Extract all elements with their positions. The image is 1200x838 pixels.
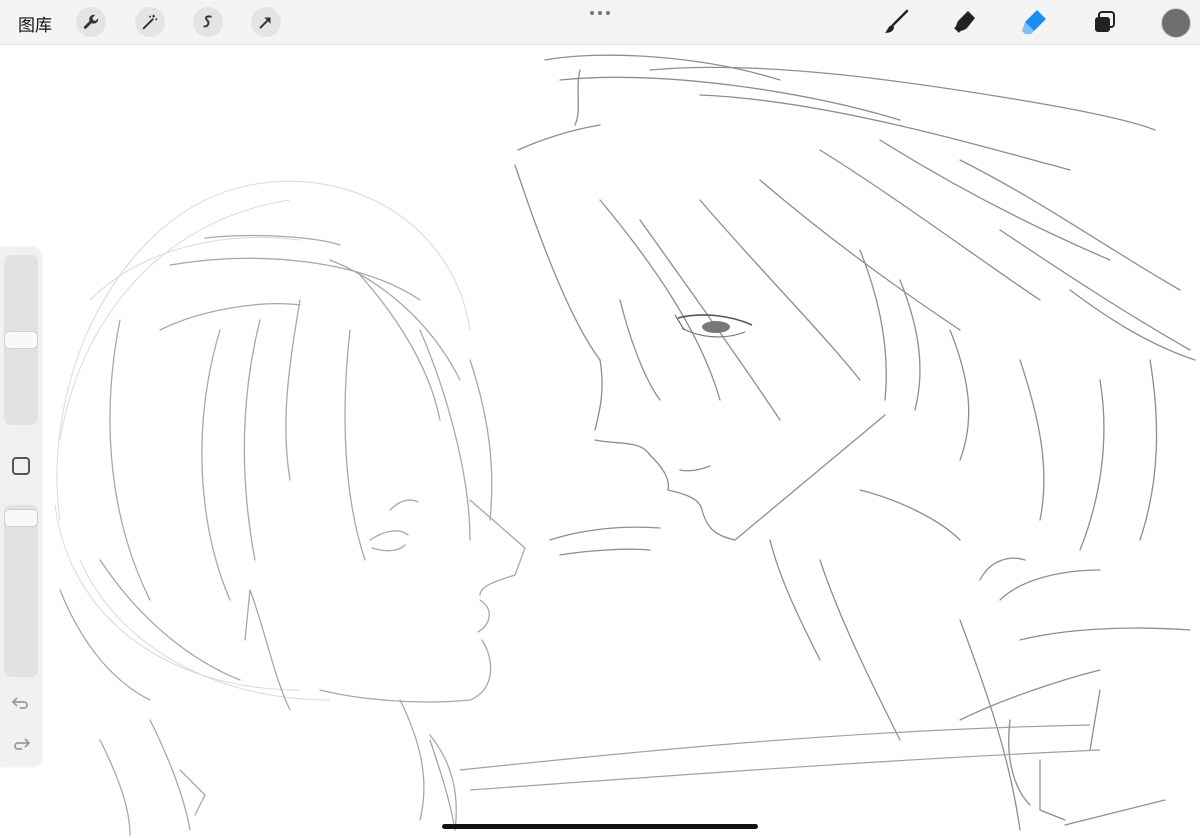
eraser-tool-button[interactable] (1018, 6, 1050, 38)
opacity-slider[interactable] (4, 505, 38, 677)
redo-button[interactable] (9, 734, 33, 754)
top-toolbar: 图库 (0, 0, 1200, 45)
undo-button[interactable] (9, 693, 33, 713)
color-picker-swatch[interactable] (1161, 8, 1191, 38)
transform-button[interactable] (251, 7, 281, 37)
undo-icon (11, 697, 28, 709)
construction-sketch (54, 180, 471, 701)
layers-icon (1095, 11, 1115, 32)
selection-button[interactable] (193, 7, 223, 37)
opacity-slider-thumb[interactable] (4, 509, 38, 527)
eraser-icon (1022, 10, 1046, 34)
more-options-icon[interactable] (588, 8, 612, 18)
wrench-icon (83, 14, 99, 29)
right-figure-sketch (514, 54, 1196, 831)
left-sidebar (0, 247, 42, 767)
smudge-tool-button[interactable] (948, 6, 980, 38)
brush-size-slider[interactable] (4, 255, 38, 425)
layers-button[interactable] (1089, 6, 1121, 38)
modifier-button[interactable] (12, 457, 30, 475)
move-arrow-icon (259, 17, 271, 29)
drawing-canvas[interactable] (0, 45, 1200, 838)
gallery-button[interactable]: 图库 (18, 11, 52, 36)
home-indicator[interactable] (442, 824, 758, 829)
smudge-icon (954, 11, 975, 33)
right-eye-sketch (674, 314, 753, 338)
redo-icon (14, 738, 31, 750)
brush-tool-button[interactable] (880, 6, 912, 38)
brush-icon (885, 9, 909, 33)
selection-icon (203, 15, 212, 28)
actions-button[interactable] (76, 7, 106, 37)
guide-lines (429, 724, 1101, 831)
left-figure-sketch (59, 234, 526, 836)
brush-size-slider-thumb[interactable] (4, 331, 38, 349)
adjustments-button[interactable] (135, 7, 165, 37)
magic-wand-icon (142, 14, 158, 30)
